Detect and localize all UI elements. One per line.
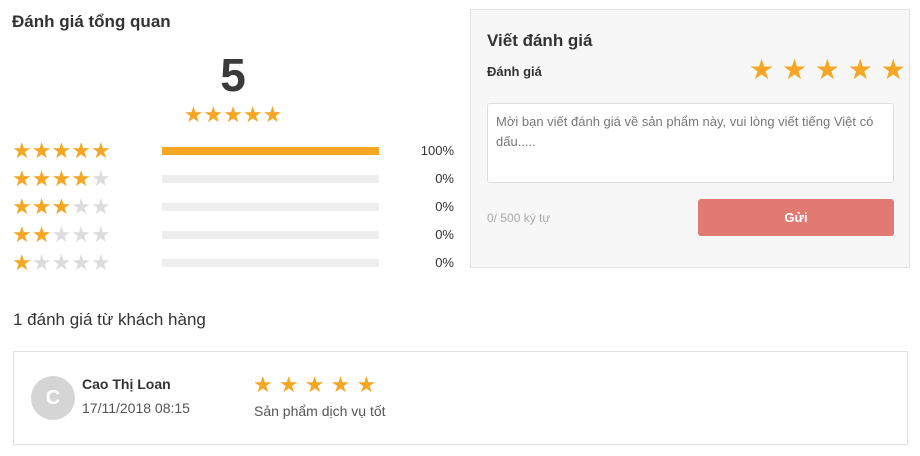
star-icon: ★ (183, 102, 204, 127)
star-icon: ★ (31, 194, 52, 219)
star-icon: ★ (12, 222, 32, 247)
star-icon: ★ (71, 138, 91, 163)
star-icon: ★ (12, 138, 32, 163)
rating-row-1[interactable]: ★★★★★ 0% (12, 251, 462, 275)
star-icon: ★ (203, 102, 224, 127)
star-icon[interactable]: ★ (815, 54, 840, 85)
star-icon: ★ (90, 194, 111, 219)
star-icon: ★ (31, 138, 52, 163)
rating-bar (162, 203, 379, 211)
star-icon: ★ (90, 166, 111, 191)
star-icon[interactable]: ★ (848, 54, 873, 85)
star-icon: ★ (262, 102, 283, 127)
rating-row-3[interactable]: ★★★★★ 0% (12, 195, 462, 219)
star-icon: ★ (90, 250, 111, 275)
star-icon: ★ (71, 250, 91, 275)
rating-percent: 0% (435, 227, 454, 242)
rating-stars: ★★★★★ (12, 223, 111, 247)
star-icon: ★ (71, 194, 91, 219)
star-icon: ★ (71, 222, 91, 247)
star-icon: ★ (51, 194, 72, 219)
char-counter: 0/ 500 ký tự (487, 211, 551, 225)
review-count: 1 đánh giá từ khách hàng (13, 310, 206, 329)
star-icon: ★ (31, 250, 52, 275)
review-stars: ★ ★ ★ ★ ★ (253, 372, 376, 398)
rating-bar (162, 147, 379, 155)
review-textarea[interactable] (487, 103, 894, 183)
rating-bar-fill (162, 147, 379, 155)
star-icon[interactable]: ★ (881, 54, 906, 85)
star-icon[interactable]: ★ (782, 54, 807, 85)
rating-percent: 0% (435, 255, 454, 270)
overview-title: Đánh giá tổng quan (12, 12, 171, 31)
average-score: 5 (220, 49, 246, 101)
star-icon: ★ (12, 166, 32, 191)
star-icon: ★ (223, 102, 243, 127)
rating-bar (162, 259, 379, 267)
star-icon: ★ (12, 250, 32, 275)
star-icon: ★ (31, 222, 52, 247)
star-icon: ★ (51, 250, 72, 275)
star-icon: ★ (242, 102, 263, 127)
rating-stars: ★★★★★ (12, 139, 111, 163)
rating-percent: 0% (435, 171, 454, 186)
rating-stars: ★★★★★ (12, 195, 111, 219)
rating-bar (162, 175, 379, 183)
star-icon: ★ (12, 194, 32, 219)
submit-button[interactable]: Gửi (698, 199, 894, 236)
star-icon: ★ (253, 372, 273, 397)
star-icon: ★ (51, 138, 72, 163)
star-icon: ★ (90, 222, 111, 247)
write-review-title: Viết đánh giá (487, 31, 593, 50)
star-icon: ★ (356, 372, 377, 397)
average-stars: ★★★★★ (0, 102, 466, 128)
review-card (13, 351, 908, 445)
star-icon: ★ (71, 166, 91, 191)
rating-row-2[interactable]: ★★★★★ 0% (12, 223, 462, 247)
rating-input[interactable]: ★ ★ ★ ★ ★ (749, 54, 906, 86)
star-icon[interactable]: ★ (749, 54, 774, 85)
star-icon: ★ (51, 166, 72, 191)
star-icon: ★ (90, 138, 111, 163)
star-icon: ★ (31, 166, 52, 191)
reviewer-name: Cao Thị Loan (82, 376, 171, 392)
rating-stars: ★★★★★ (12, 167, 111, 191)
review-date: 17/11/2018 08:15 (82, 400, 190, 416)
review-text: Sản phẩm dịch vụ tốt (254, 403, 386, 419)
rating-row-4[interactable]: ★★★★★ 0% (12, 167, 462, 191)
avatar: C (31, 376, 75, 420)
rating-stars: ★★★★★ (12, 251, 111, 275)
star-icon: ★ (51, 222, 72, 247)
rating-percent: 0% (435, 199, 454, 214)
rating-label: Đánh giá (487, 64, 542, 79)
rating-percent: 100% (420, 143, 454, 158)
rating-bar (162, 231, 379, 239)
star-icon: ★ (278, 372, 299, 397)
star-icon: ★ (304, 372, 325, 397)
star-icon: ★ (330, 372, 351, 397)
rating-row-5[interactable]: ★★★★★ 100% (12, 139, 462, 163)
